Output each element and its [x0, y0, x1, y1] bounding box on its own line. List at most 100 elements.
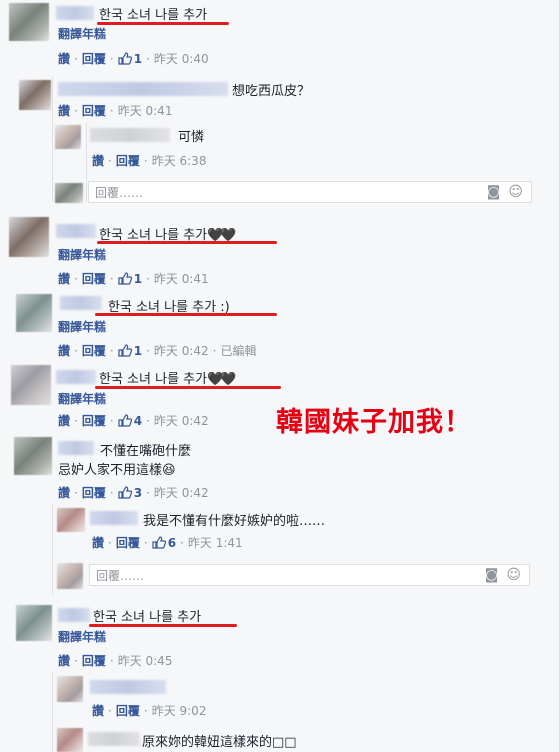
commenter-name[interactable]	[90, 511, 138, 525]
thumbs-up-icon	[118, 414, 132, 427]
thread-line	[86, 122, 87, 202]
avatar[interactable]	[57, 676, 83, 702]
like-button[interactable]: 讚	[58, 484, 70, 501]
avatar[interactable]	[16, 294, 52, 332]
translate-link[interactable]: 翻譯年糕	[58, 318, 106, 335]
reply-placeholder: 回覆……	[95, 185, 144, 200]
avatar[interactable]	[14, 437, 52, 475]
avatar[interactable]	[55, 125, 81, 149]
like-button[interactable]: 讚	[92, 152, 104, 169]
annotation-text: 韓國妹子加我！	[276, 407, 472, 438]
my-avatar	[55, 183, 83, 203]
commenter-name[interactable]	[56, 224, 96, 238]
thread-line	[52, 672, 53, 752]
avatar[interactable]	[9, 217, 49, 257]
hearts-emoji: 🖤🖤	[207, 372, 236, 387]
reply-button[interactable]: 回覆	[82, 270, 106, 287]
like-button[interactable]: 讚	[58, 102, 70, 119]
like-button[interactable]: 讚	[92, 702, 104, 719]
thumbs-up-icon	[118, 486, 132, 499]
comment-text: 我是不懂有什麼好嫉妒的啦……	[143, 514, 326, 529]
edited-label[interactable]: 已編輯	[220, 342, 256, 359]
comment-text: 原來妳的韓妞這樣來的□□	[142, 735, 297, 750]
commenter-name[interactable]	[88, 732, 140, 746]
comment-text: 한국 소녀 나를 추가🖤🖤	[99, 372, 236, 387]
commenter-name[interactable]	[56, 6, 94, 20]
reply-button[interactable]: 回覆	[116, 534, 140, 551]
comment-actions: 讚 · 回覆 · 昨天 0:45	[58, 652, 173, 669]
avatar[interactable]	[9, 3, 49, 41]
comment-actions: 讚 · 回覆 · 4 · 昨天 0:42	[58, 412, 209, 429]
commenter-name[interactable]	[58, 608, 90, 622]
red-underline	[97, 241, 277, 244]
thumbs-up-icon	[152, 536, 166, 549]
camera-icon[interactable]: ◙	[485, 567, 499, 583]
avatar[interactable]	[16, 605, 52, 641]
timestamp[interactable]: 昨天 0:45	[118, 652, 173, 669]
reply-button[interactable]: 回覆	[116, 702, 140, 719]
reply-input[interactable]: 回覆…… ◙ ☺	[89, 564, 530, 586]
comment-actions: 讚 · 回覆 · 昨天 0:41	[58, 102, 173, 119]
camera-icon[interactable]: ◙	[487, 184, 501, 200]
like-count[interactable]: 6	[152, 536, 176, 550]
commenter-name[interactable]	[90, 680, 166, 694]
reply-button[interactable]: 回覆	[82, 484, 106, 501]
timestamp[interactable]: 昨天 0:42	[154, 342, 209, 359]
reply-button[interactable]: 回覆	[82, 102, 106, 119]
timestamp[interactable]: 昨天 0:40	[154, 50, 209, 67]
comment-actions: 讚 · 回覆 · 1 · 昨天 0:42 · 已編輯	[58, 342, 257, 359]
timestamp[interactable]: 昨天 0:41	[118, 102, 173, 119]
translate-link[interactable]: 翻譯年糕	[58, 25, 106, 42]
comment-actions: 讚 · 回覆 · 昨天 9:02	[92, 702, 207, 719]
timestamp[interactable]: 昨天 6:38	[152, 152, 207, 169]
like-button[interactable]: 讚	[58, 412, 70, 429]
like-button[interactable]: 讚	[58, 652, 70, 669]
timestamp[interactable]: 昨天 0:41	[154, 270, 209, 287]
timestamp[interactable]: 昨天 0:42	[154, 412, 209, 429]
red-underline	[97, 22, 229, 25]
like-count[interactable]: 3	[118, 486, 142, 500]
like-count[interactable]: 1	[118, 272, 142, 286]
timestamp[interactable]: 昨天 1:41	[188, 534, 243, 551]
comment-text: 可憐	[178, 130, 205, 145]
translate-link[interactable]: 翻譯年糕	[58, 390, 106, 407]
commenter-name[interactable]	[56, 370, 96, 384]
comment-actions: 讚 · 回覆 · 1 · 昨天 0:41	[58, 270, 209, 287]
red-underline	[95, 386, 281, 389]
avatar[interactable]	[57, 728, 83, 752]
commenter-name[interactable]	[90, 128, 170, 142]
avatar[interactable]	[19, 80, 51, 110]
like-count[interactable]: 4	[118, 414, 142, 428]
smiley-icon[interactable]: ☺	[506, 567, 521, 583]
reply-button[interactable]: 回覆	[82, 412, 106, 429]
commenter-name[interactable]	[58, 441, 94, 455]
like-button[interactable]: 讚	[58, 50, 70, 67]
like-count[interactable]: 1	[118, 344, 142, 358]
commenter-name[interactable]	[60, 296, 102, 310]
reply-button[interactable]: 回覆	[82, 50, 106, 67]
timestamp[interactable]: 昨天 9:02	[152, 702, 207, 719]
thumbs-up-icon	[118, 272, 132, 285]
timestamp[interactable]: 昨天 0:42	[154, 484, 209, 501]
reply-button[interactable]: 回覆	[82, 342, 106, 359]
like-button[interactable]: 讚	[58, 342, 70, 359]
commenter-name[interactable]	[58, 82, 228, 96]
comment-text: 不懂在嘴砲什麼	[100, 444, 192, 459]
reply-button[interactable]: 回覆	[82, 652, 106, 669]
comment-thread: 한국 소녀 나를 추가 翻譯年糕 讚 · 回覆 · 1 · 昨天 0:40 想吃西瓜皮…	[0, 0, 560, 752]
like-count[interactable]: 1	[118, 52, 142, 66]
avatar[interactable]	[11, 365, 51, 405]
comment-text-line2: 忌妒人家不用這樣😆	[58, 463, 176, 478]
like-button[interactable]: 讚	[92, 534, 104, 551]
reply-button[interactable]: 回覆	[116, 152, 140, 169]
translate-link[interactable]: 翻譯年糕	[58, 628, 106, 645]
smiley-icon[interactable]: ☺	[508, 184, 523, 200]
translate-link[interactable]: 翻譯年糕	[58, 246, 106, 263]
reply-input[interactable]: 回覆…… ◙ ☺	[88, 181, 532, 203]
avatar[interactable]	[57, 508, 85, 532]
red-underline	[95, 313, 277, 316]
comment-actions: 讚 · 回覆 · 昨天 6:38	[92, 152, 207, 169]
thumbs-up-icon	[118, 52, 132, 65]
like-button[interactable]: 讚	[58, 270, 70, 287]
thumbs-up-icon	[118, 344, 132, 357]
